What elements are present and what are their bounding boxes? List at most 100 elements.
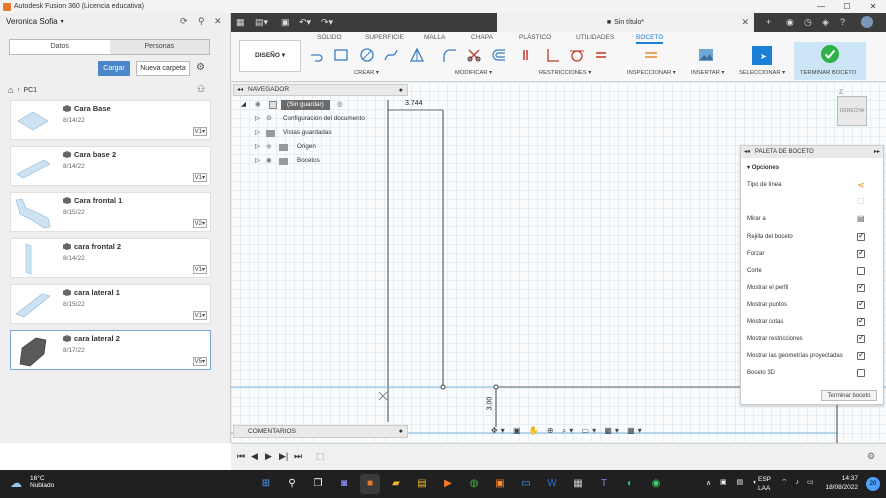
polygon-tool-icon[interactable] bbox=[409, 47, 425, 63]
tree-item[interactable]: ▷ ⚙ Configuración del documento bbox=[233, 112, 408, 126]
step-forward-icon[interactable]: ▶| bbox=[279, 451, 288, 462]
design-canvas[interactable]: 3.744 3.00 DERECHA Z ◂◂ NAVEGADOR ● ◢ ◉ … bbox=[231, 82, 886, 443]
save-icon[interactable]: ▣ bbox=[281, 17, 290, 28]
tray-chevron-icon[interactable]: ∧ bbox=[706, 479, 711, 487]
gear-icon[interactable]: ⚙ bbox=[196, 62, 205, 73]
file-explorer-icon[interactable]: ▰ bbox=[386, 474, 406, 494]
version-badge[interactable]: V5▾ bbox=[192, 357, 207, 366]
whatsapp-icon[interactable]: ◉ bbox=[646, 474, 666, 494]
workspace-switcher[interactable]: DISEÑO ▾ bbox=[239, 40, 301, 72]
chevron-right-icon[interactable]: ▷ bbox=[255, 154, 260, 168]
equal-constraint-icon[interactable] bbox=[593, 47, 609, 63]
tab-utilidades[interactable]: UTILIDADES bbox=[576, 34, 614, 41]
start-icon[interactable]: ⊞ bbox=[256, 474, 276, 494]
user-name[interactable]: Veronica Sofia bbox=[6, 17, 58, 26]
media-icon[interactable]: ▶ bbox=[438, 474, 458, 494]
checkbox-show-profile[interactable] bbox=[857, 282, 865, 292]
help-icon[interactable]: ? bbox=[840, 17, 845, 27]
timeline-settings-icon[interactable]: ⚙ bbox=[867, 451, 875, 462]
collapse-icon[interactable]: ◂● bbox=[744, 146, 751, 158]
dimension-vertical[interactable]: 3.00 bbox=[486, 397, 493, 411]
new-tab-icon[interactable]: + bbox=[766, 17, 771, 27]
tab-boceto[interactable]: BOCETO bbox=[636, 34, 664, 44]
edge-icon[interactable]: ◐ bbox=[620, 474, 640, 494]
close-window-button[interactable]: ✕ bbox=[860, 0, 886, 13]
navigation-bar[interactable]: ✥▾ ▣ ✋ ⊕ ⌕▾ ▭▾ ▦▾ ▦▾ bbox=[491, 426, 645, 436]
line-tool-icon[interactable] bbox=[309, 47, 325, 63]
notifications-icon[interactable]: ◈ bbox=[822, 17, 829, 28]
file-card[interactable]: Cara Base 8/14/22 V1▾ bbox=[10, 100, 211, 140]
version-badge[interactable]: V1▾ bbox=[192, 173, 207, 182]
task-view-icon[interactable]: ❐ bbox=[308, 474, 328, 494]
pin-icon[interactable]: ● bbox=[399, 86, 403, 96]
chevron-right-icon[interactable]: ▷ bbox=[255, 140, 260, 154]
refresh-icon[interactable]: ⟳ bbox=[180, 16, 188, 27]
checkbox-3d-sketch[interactable] bbox=[857, 369, 865, 377]
checkbox-show-points[interactable] bbox=[857, 299, 865, 309]
teams-icon[interactable]: T bbox=[594, 474, 614, 494]
version-badge[interactable]: V2▾ bbox=[192, 219, 207, 228]
linetype-icon[interactable]: ⋖ bbox=[857, 180, 865, 191]
finish-sketch-button[interactable]: TERMINAR BOCETO bbox=[794, 42, 866, 80]
chevron-right-icon[interactable]: ▷ bbox=[255, 112, 260, 126]
redo-icon[interactable]: ↷▾ bbox=[321, 17, 333, 28]
checkbox-slice[interactable] bbox=[857, 267, 865, 275]
store-icon[interactable]: ▦ bbox=[568, 474, 588, 494]
insert-menu[interactable]: INSERTAR ▾ bbox=[691, 70, 724, 76]
network-sound-battery[interactable]: ⌔ ♪ ▭ bbox=[781, 478, 817, 487]
file-card[interactable]: cara frontal 2 8/14/22 V1▾ bbox=[10, 238, 211, 278]
rectangle-tool-icon[interactable] bbox=[333, 47, 349, 63]
comments-panel[interactable]: COMENTARIOS ● bbox=[233, 425, 408, 438]
breadcrumb-folder[interactable]: PC1 bbox=[23, 87, 37, 94]
insert-image-icon[interactable] bbox=[698, 47, 714, 63]
tree-item[interactable]: ▷ ◉ Bocetos bbox=[233, 154, 408, 168]
tab-superficie[interactable]: SUPERFICIE bbox=[365, 34, 404, 41]
version-badge[interactable]: V1▾ bbox=[192, 127, 207, 136]
play-icon[interactable]: ▶ bbox=[265, 451, 272, 462]
weather-widget[interactable]: 16°C Nublado bbox=[30, 475, 54, 489]
checkbox-show-projected[interactable] bbox=[857, 350, 865, 360]
select-menu[interactable]: SELECCIONAR ▾ bbox=[739, 70, 785, 76]
timeline-sketch-icon[interactable]: ⬚ bbox=[316, 451, 325, 462]
file-card[interactable]: Cara frontal 1 8/15/22 V2▾ bbox=[10, 192, 211, 232]
notes-icon[interactable]: ▤ bbox=[412, 474, 432, 494]
app-icon[interactable]: ▣ bbox=[490, 474, 510, 494]
options-section[interactable]: ▾ Opciones bbox=[747, 164, 779, 171]
minimize-button[interactable]: — bbox=[808, 0, 834, 13]
tab-datos[interactable]: Datos bbox=[10, 40, 110, 54]
measure-tool-icon[interactable] bbox=[643, 47, 659, 63]
spline-tool-icon[interactable] bbox=[383, 47, 399, 63]
eye-icon[interactable]: ◉ bbox=[255, 98, 261, 112]
palette-header[interactable]: ◂● PALETA DE BOCETO ▸▸ bbox=[741, 146, 883, 158]
activate-icon[interactable]: ◎ bbox=[337, 98, 343, 112]
checkbox-sketch-grid[interactable] bbox=[857, 231, 865, 241]
home-icon[interactable]: ⌂ bbox=[8, 85, 13, 95]
tree-item[interactable]: ▷ ◉ Origen bbox=[233, 140, 408, 154]
expand-icon[interactable]: ▸▸ bbox=[874, 146, 880, 158]
version-badge[interactable]: V1▾ bbox=[192, 311, 207, 320]
maximize-button[interactable]: ☐ bbox=[834, 0, 860, 13]
tree-root[interactable]: ◢ ◉ (Sin guardar) ◎ bbox=[233, 98, 408, 112]
select-tool-icon[interactable]: ➤ bbox=[752, 46, 772, 65]
clock[interactable]: 14:37 18/08/2022 bbox=[825, 474, 858, 492]
chrome-icon[interactable]: ◍ bbox=[464, 474, 484, 494]
eye-icon[interactable]: ◉ bbox=[266, 140, 272, 154]
new-folder-button[interactable]: Nueva carpeta bbox=[136, 61, 190, 76]
offset-tool-icon[interactable] bbox=[491, 47, 507, 63]
constraints-menu[interactable]: RESTRICCIONES ▾ bbox=[539, 70, 591, 76]
go-to-end-icon[interactable]: ⏭ bbox=[294, 451, 302, 462]
modify-menu[interactable]: MODIFICAR ▾ bbox=[455, 70, 492, 76]
expand-icon[interactable]: ◢ bbox=[241, 98, 246, 112]
extensions-icon[interactable]: ◉ bbox=[786, 17, 794, 28]
chat-icon[interactable]: ◙ bbox=[334, 474, 354, 494]
go-to-start-icon[interactable]: ⏮ bbox=[237, 451, 245, 462]
document-tab[interactable]: ■ Sin título* ✕ bbox=[497, 13, 754, 32]
trim-tool-icon[interactable] bbox=[466, 47, 482, 63]
viewcube[interactable]: DERECHA bbox=[837, 96, 867, 126]
circle-tool-icon[interactable] bbox=[359, 47, 375, 63]
checkbox-show-constraints[interactable] bbox=[857, 333, 865, 343]
perpendicular-constraint-icon[interactable] bbox=[545, 47, 561, 63]
tab-solido[interactable]: SÓLIDO bbox=[317, 34, 342, 41]
tangent-constraint-icon[interactable] bbox=[569, 47, 585, 63]
avatar[interactable] bbox=[861, 16, 873, 28]
